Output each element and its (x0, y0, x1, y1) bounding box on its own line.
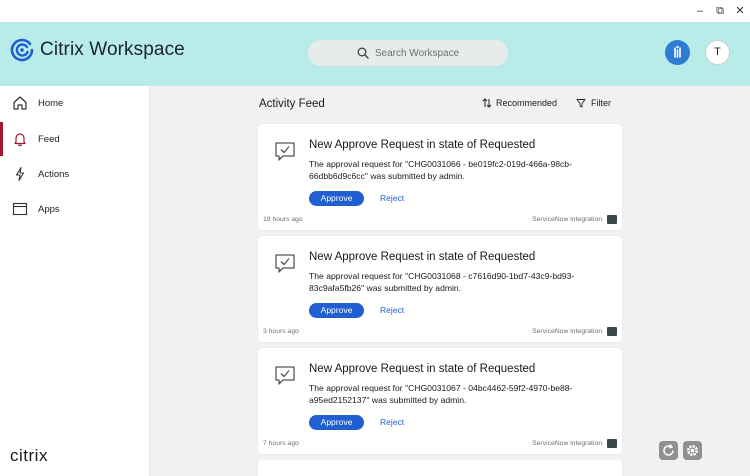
restore-button[interactable]: ⧉ (712, 3, 728, 19)
sidebar: Home Feed Actions Apps citrix (0, 86, 150, 476)
card-title: New Approve Request in state of Requeste… (309, 363, 536, 375)
sort-label: Recommended (496, 98, 558, 108)
servicenow-icon (607, 327, 617, 336)
citrix-brand-logo: citrix (10, 446, 48, 465)
approve-button[interactable]: Approve (309, 415, 364, 430)
main-content: Activity Feed Recommended Filter New App… (150, 86, 750, 476)
feed-card: New Approve Request in state of Requeste… (258, 124, 622, 230)
filter-button[interactable]: Filter (576, 98, 611, 108)
feed-card-partial (258, 460, 622, 476)
card-title: New Approve Request in state of Requeste… (309, 251, 536, 263)
card-source: ServiceNow integration (532, 440, 602, 447)
approve-button[interactable]: Approve (309, 191, 364, 206)
servicenow-icon (607, 215, 617, 224)
bell-icon (14, 133, 26, 147)
card-body: The approval request for "CHG0031067 - 0… (309, 383, 573, 405)
approval-icon (275, 366, 295, 385)
close-button[interactable]: ✕ (732, 3, 748, 19)
search-bar[interactable]: Search Workspace (308, 40, 508, 66)
card-timestamp: 19 hours ago (263, 216, 303, 223)
page-title: Activity Feed (259, 98, 325, 110)
settings-button[interactable] (683, 441, 702, 460)
refresh-button[interactable] (659, 441, 678, 460)
card-body: The approval request for "CHG0031066 - b… (309, 159, 572, 181)
window-titlebar: – ⧉ ✕ (0, 0, 750, 22)
card-source: ServiceNow integration (532, 328, 602, 335)
approval-icon (275, 254, 295, 273)
card-timestamp: 3 hours ago (263, 328, 299, 335)
activity-icon (674, 45, 681, 58)
reject-button[interactable]: Reject (380, 305, 404, 315)
app-title: Citrix Workspace (40, 39, 185, 60)
sidebar-item-feed[interactable]: Feed (0, 122, 149, 156)
minimize-button[interactable]: – (692, 3, 708, 19)
bolt-icon (15, 166, 25, 182)
sidebar-item-label: Home (38, 97, 64, 109)
reject-button[interactable]: Reject (380, 193, 404, 203)
window-icon (12, 202, 28, 216)
gear-icon (687, 445, 698, 456)
feed-card: New Approve Request in state of Requeste… (258, 236, 622, 342)
home-icon (13, 96, 27, 110)
filter-icon (576, 99, 586, 108)
activity-manager-button[interactable] (665, 40, 690, 65)
sidebar-item-apps[interactable]: Apps (0, 192, 149, 226)
approve-button[interactable]: Approve (309, 303, 364, 318)
card-title: New Approve Request in state of Requeste… (309, 139, 536, 151)
sidebar-item-label: Actions (38, 168, 70, 180)
servicenow-icon (607, 439, 617, 448)
app-header: Citrix Workspace Search Workspace T (0, 22, 750, 86)
card-source: ServiceNow integration (532, 216, 602, 223)
search-input[interactable]: Search Workspace (375, 48, 459, 59)
sort-button[interactable]: Recommended (482, 98, 557, 108)
user-avatar[interactable]: T (705, 40, 730, 65)
sidebar-item-actions[interactable]: Actions (0, 157, 149, 191)
app-logo[interactable]: Citrix Workspace (10, 38, 185, 62)
feed-card: New Approve Request in state of Requeste… (258, 348, 622, 454)
approval-icon (275, 142, 295, 161)
refresh-icon (663, 444, 674, 456)
sort-icon (482, 98, 492, 108)
card-timestamp: 7 hours ago (263, 440, 299, 447)
card-body: The approval request for "CHG0031068 - c… (309, 271, 575, 293)
reject-button[interactable]: Reject (380, 417, 404, 427)
sidebar-item-label: Feed (38, 133, 60, 145)
search-icon (357, 47, 369, 59)
filter-label: Filter (591, 98, 611, 108)
sidebar-item-home[interactable]: Home (0, 86, 149, 120)
sidebar-item-label: Apps (38, 203, 60, 215)
citrix-logo-icon (10, 38, 34, 62)
